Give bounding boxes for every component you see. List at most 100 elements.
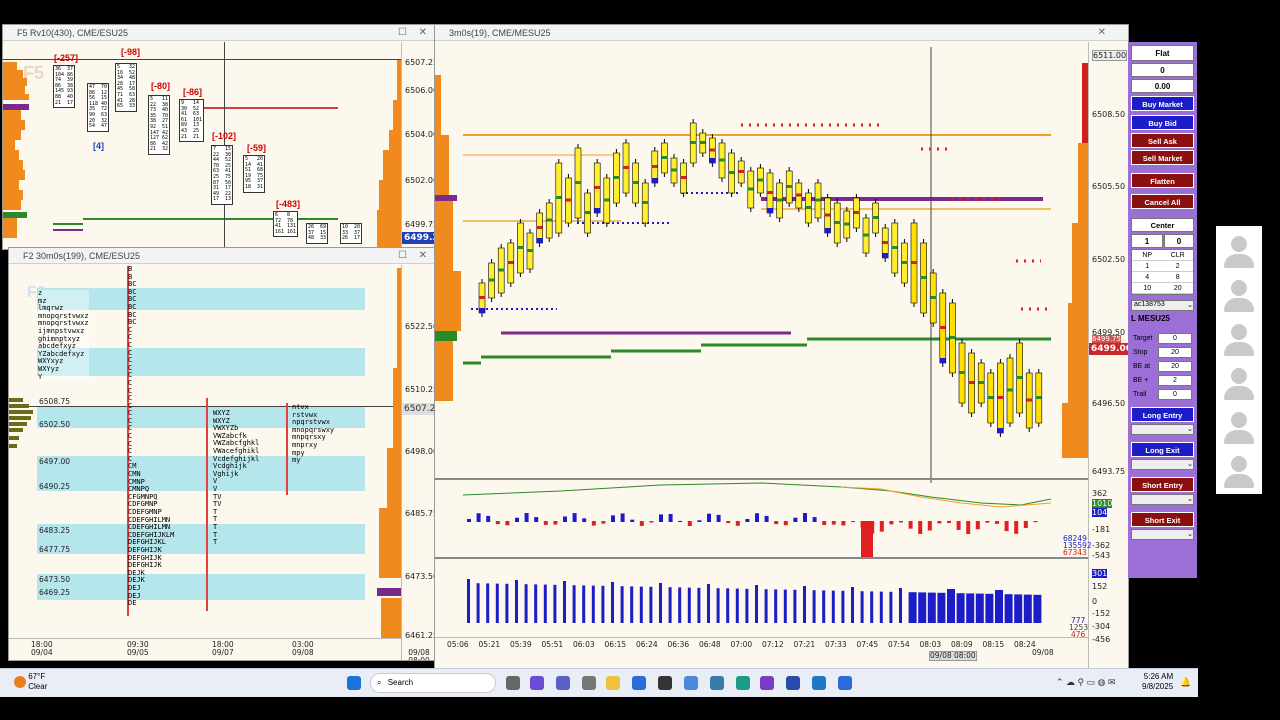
volume-bar (476, 583, 480, 623)
preset-20[interactable]: 20 (1162, 283, 1193, 294)
cancel-all-button[interactable]: Cancel All (1131, 194, 1194, 209)
buy-market-button[interactable]: Buy Market (1131, 96, 1194, 111)
preset-1[interactable]: 1 (1132, 261, 1163, 272)
preset-10[interactable]: 10 (1132, 283, 1163, 294)
main-titlebar[interactable]: 3m0s(19), CME/MESU25 ✕ (435, 25, 1128, 41)
teams-icon[interactable] (556, 676, 570, 690)
app-icon-5[interactable] (812, 676, 826, 690)
time-tick: 07:54 (888, 640, 910, 649)
short-exit-button[interactable]: Short Exit (1131, 512, 1194, 527)
delta-bar (995, 521, 999, 524)
weather-widget[interactable]: 67°F Clear (14, 672, 47, 692)
volume-bar (515, 580, 518, 623)
candle-bottom (824, 228, 831, 233)
candle-chart[interactable] (461, 43, 1087, 483)
long-exit-select[interactable]: ⌄ (1131, 459, 1194, 470)
visual-studio-icon[interactable] (760, 676, 774, 690)
short-entry-button[interactable]: Short Entry (1131, 477, 1194, 492)
trail-input[interactable]: 0 (1158, 389, 1192, 400)
footprint-titlebar[interactable]: F5 Rv10(430), CME/ESU25 ☐ ✕ (3, 25, 435, 41)
be-at-input[interactable]: 20 (1158, 361, 1192, 372)
app-icon-3[interactable] (710, 676, 724, 690)
close-icon[interactable]: ✕ (419, 25, 427, 41)
close-icon[interactable]: ✕ (1098, 25, 1106, 41)
delta-bar (937, 521, 942, 524)
time-date: 09/08 (1032, 648, 1054, 657)
maximize-icon[interactable]: ☐ (398, 248, 407, 264)
quantity-input[interactable]: 1 (1131, 234, 1163, 248)
short-entry-select[interactable]: ⌄ (1131, 494, 1194, 505)
delta-bar (1023, 521, 1028, 528)
account-select[interactable]: ac138753 ⌄ (1131, 300, 1194, 311)
value-area-band (37, 574, 365, 600)
copilot-icon[interactable] (530, 676, 544, 690)
candle-poc (613, 176, 620, 179)
delta-bar (812, 517, 817, 522)
candle-poc (949, 336, 956, 339)
start-icon[interactable] (347, 676, 361, 690)
footprint-bar: 6 8 72 78 41 131 161 161 (273, 211, 299, 238)
sell-ask-button[interactable]: Sell Ask (1131, 133, 1194, 148)
sell-market-button[interactable]: Sell Market (1131, 150, 1194, 165)
preset-clr[interactable]: CLR (1162, 250, 1193, 261)
preset-4[interactable]: 4 (1132, 272, 1163, 283)
edge-icon[interactable] (736, 676, 750, 690)
notification-icon[interactable]: 🔔 (1180, 677, 1191, 688)
preset-8[interactable]: 8 (1162, 272, 1193, 283)
candle-poc (709, 148, 716, 152)
candle-poc (968, 381, 975, 384)
delta-bar (755, 513, 759, 522)
be-plus-input[interactable]: 2 (1158, 375, 1192, 386)
footprint-window[interactable]: F5 Rv10(430), CME/ESU25 ☐ ✕ F5 36 37 104… (2, 24, 436, 250)
flatten-button[interactable]: Flatten (1131, 173, 1194, 188)
candle-poc (997, 396, 1004, 399)
app-icon-6[interactable] (838, 676, 852, 690)
close-icon[interactable]: ✕ (419, 248, 427, 264)
phone-icon[interactable] (582, 676, 596, 690)
candle-bottom (479, 308, 485, 313)
delta-label: [-257] (54, 53, 79, 63)
tpo-profile: B B BC BC BC BC BC BC C C C C C C C C C … (128, 265, 175, 608)
long-entry-button[interactable]: Long Entry (1131, 407, 1194, 422)
app-icon-2[interactable] (684, 676, 698, 690)
volume-bar (975, 593, 984, 623)
maximize-icon[interactable]: ☐ (398, 25, 407, 41)
delta-bar (486, 515, 491, 522)
center-button[interactable]: Center (1131, 218, 1194, 232)
delta-bar (831, 521, 836, 525)
volume-bar (899, 588, 902, 623)
window-title: F2 30m0s(199), CME/ESU25 (23, 251, 141, 261)
file-explorer-icon[interactable] (606, 676, 620, 690)
main-chart-window[interactable]: 3m0s(19), CME/MESU25 ✕ 6511.00 6508.50 6… (434, 24, 1129, 669)
position-pnl: 0.00 (1131, 79, 1194, 93)
volume-bar (803, 586, 806, 623)
tpo-window[interactable]: F2 30m0s(199), CME/ESU25 ☐ ✕ F2 6508.75 … (8, 247, 436, 661)
tpo-titlebar[interactable]: F2 30m0s(199), CME/ESU25 ☐ ✕ (9, 248, 435, 264)
app-icon-4[interactable] (786, 676, 800, 690)
quantity-right[interactable]: 0 (1164, 234, 1194, 248)
preset-2[interactable]: 2 (1162, 261, 1193, 272)
long-entry-select[interactable]: ⌄ (1131, 424, 1194, 435)
store-icon[interactable] (632, 676, 646, 690)
volume-bar (697, 587, 701, 623)
candle-poc (498, 268, 505, 272)
delta-bar (495, 521, 500, 525)
long-exit-button[interactable]: Long Exit (1131, 442, 1194, 457)
target-input[interactable]: 0 (1158, 333, 1192, 344)
candle-poc (680, 176, 687, 179)
stop-input[interactable]: 20 (1158, 347, 1192, 358)
clock[interactable]: 5:26 AM 9/8/2025 (1142, 672, 1173, 692)
preset-np[interactable]: NP (1132, 250, 1163, 261)
candle-poc (603, 198, 610, 202)
task-view-icon[interactable] (506, 676, 520, 690)
delta-bar (851, 521, 855, 523)
profile-range (286, 403, 288, 495)
tray-icons[interactable]: ⌃ ☁ ⚲ ▭ ◍ ✉ (1056, 677, 1116, 688)
quantity-presets[interactable]: NP CLR 1 2 4 8 10 20 (1131, 249, 1194, 295)
search-box[interactable]: ⌕ Search (370, 673, 496, 693)
delta-bar (908, 521, 913, 529)
buy-bid-button[interactable]: Buy Bid (1131, 115, 1194, 130)
app-icon[interactable] (658, 676, 672, 690)
short-exit-select[interactable]: ⌄ (1131, 529, 1194, 540)
footprint-bar: 9 14 30 52 41 63 61 101 89 13 43 25 21 2… (179, 99, 205, 143)
